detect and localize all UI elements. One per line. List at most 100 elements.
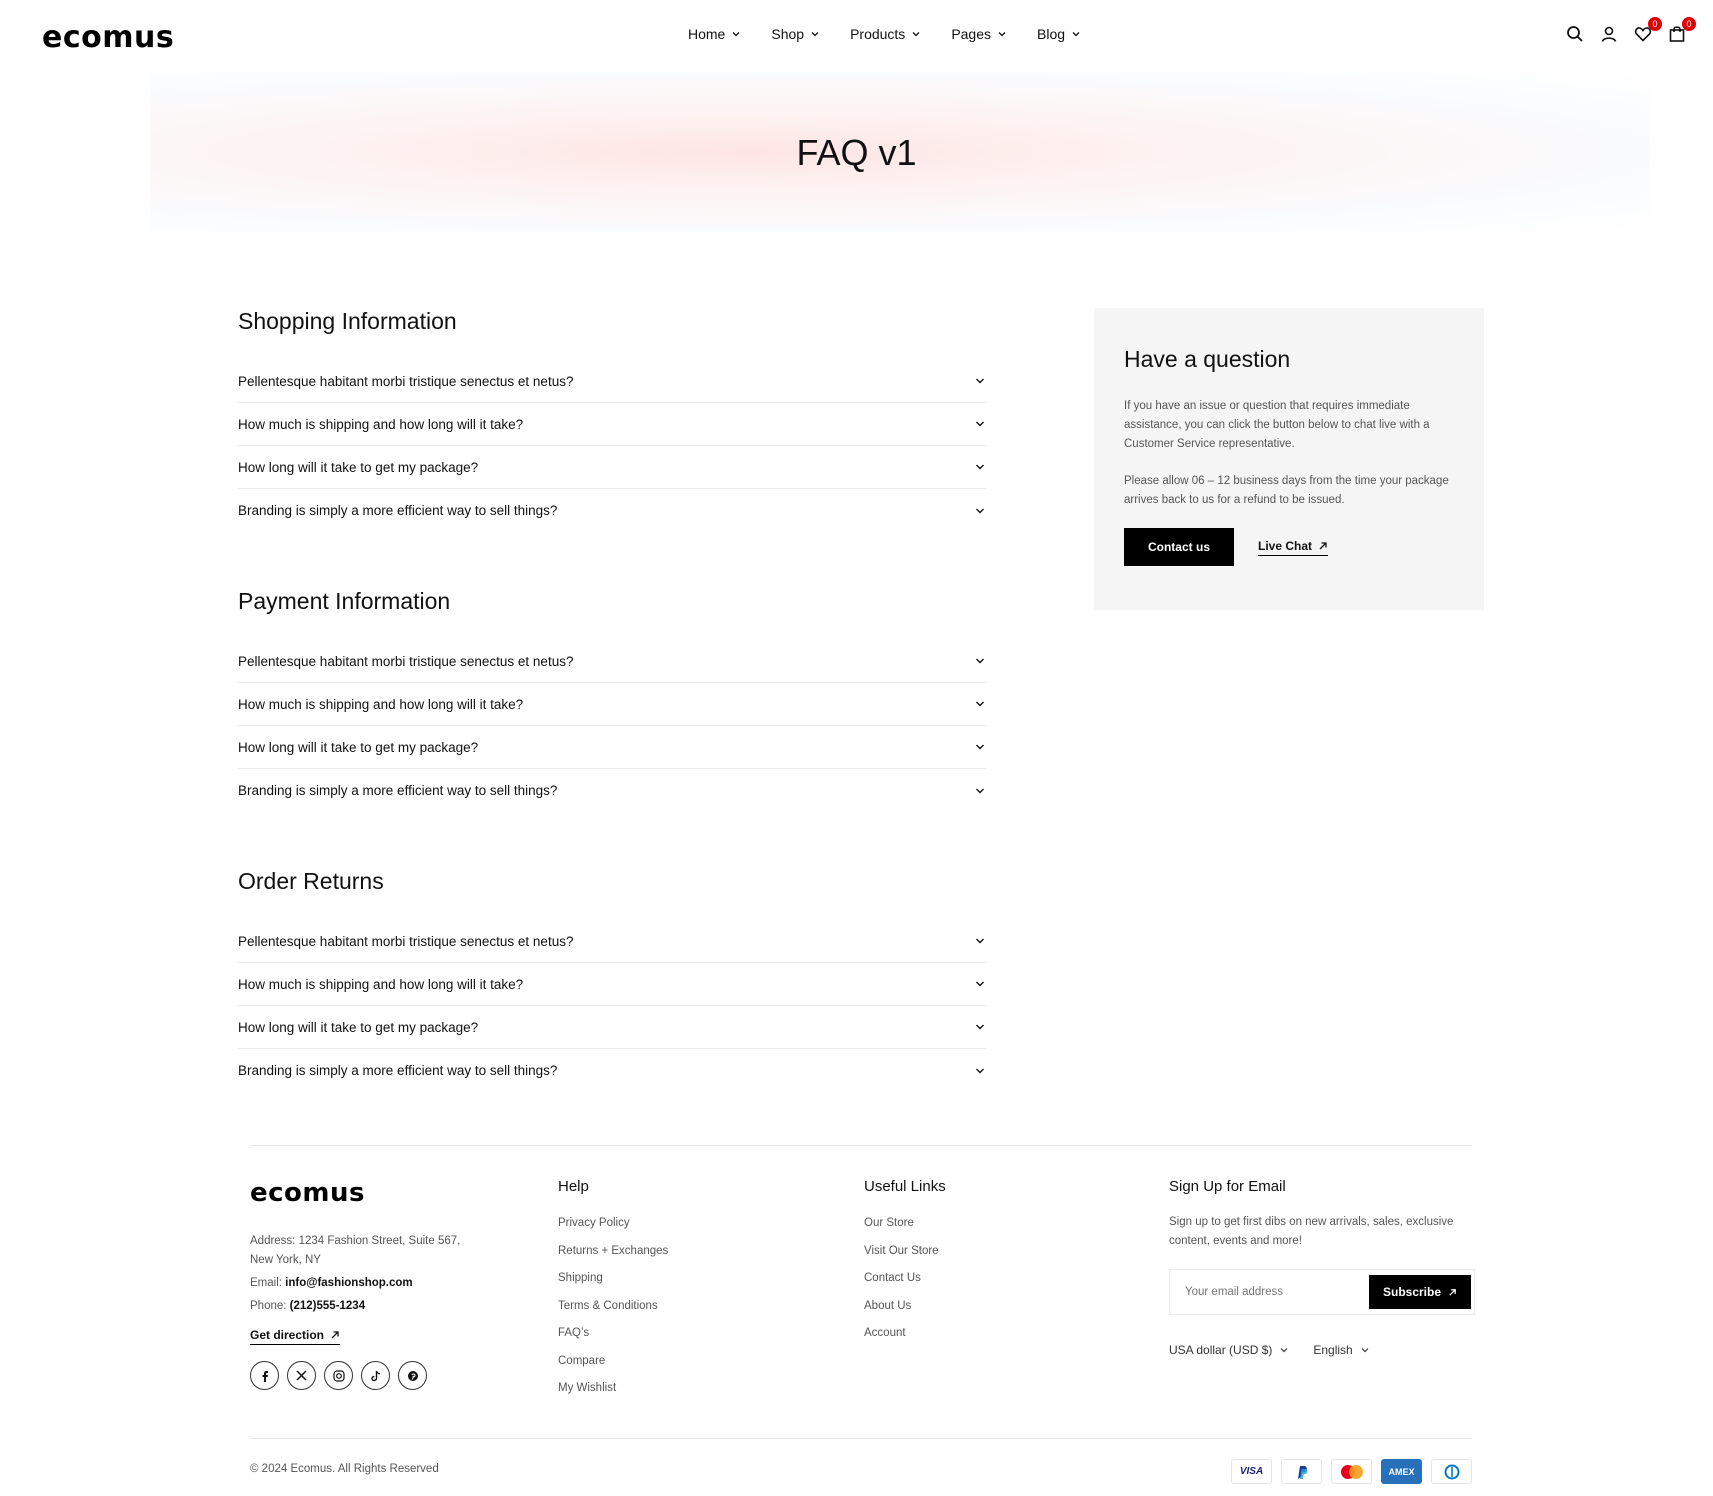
cart-icon[interactable]: 0 [1667,17,1696,44]
faq-question[interactable]: How much is shipping and how long will i… [238,683,986,726]
search-icon[interactable] [1565,24,1585,44]
footer-link[interactable]: About Us [864,1300,1114,1328]
faq-question[interactable]: Pellentesque habitant morbi tristique se… [238,920,986,963]
nav-item-shop[interactable]: Shop [771,26,820,42]
faq-question-text: How long will it take to get my package? [238,1019,479,1035]
chevron-down-icon [976,1068,984,1073]
faq-question-text: Branding is simply a more efficient way … [238,783,558,798]
site-logo[interactable]: ecomus [42,20,174,55]
phone-label: Phone: [250,1300,287,1312]
mastercard-icon [1331,1459,1372,1484]
instagram-icon[interactable] [324,1361,353,1390]
faq-question[interactable]: Branding is simply a more efficient way … [238,769,986,812]
faq-question-text: How much is shipping and how long will i… [238,696,524,712]
footer-email: Email: info@fashionshop.com [250,1274,510,1293]
chevron-down-icon [976,701,984,707]
faq-question[interactable]: Pellentesque habitant morbi tristique se… [238,360,986,403]
newsletter-email-input[interactable] [1173,1286,1369,1298]
chevron-down-icon [976,938,984,944]
footer-link[interactable]: Terms & Conditions [558,1300,808,1328]
footer-link[interactable]: Account [864,1327,1114,1355]
language-select[interactable]: English [1313,1343,1369,1357]
section-title: Payment Information [238,588,451,614]
faq-section-returns: Order Returns Pellentesque habitant morb… [238,860,986,1092]
question-box: Have a question If you have an issue or … [1094,308,1484,610]
chevron-down-icon [976,1024,984,1030]
payment-methods: VISA AMEX [1231,1459,1472,1484]
arrow-up-right-icon [1319,541,1327,549]
locale-selects: USA dollar (USD $) English [1169,1343,1475,1357]
nav-item-products[interactable]: Products [850,26,921,42]
footer-divider [250,1145,1472,1146]
nav-item-pages[interactable]: Pages [951,26,1007,42]
social-links [250,1361,510,1390]
faq-question[interactable]: How much is shipping and how long will i… [238,403,986,446]
footer-link[interactable]: My Wishlist [558,1382,808,1410]
x-twitter-icon[interactable] [287,1361,316,1390]
header-icons: 0 0 [1565,17,1696,44]
nav-item-home[interactable]: Home [688,26,741,42]
live-chat-label: Live Chat [1258,538,1313,553]
footer-link[interactable]: Compare [558,1355,808,1383]
paypal-icon [1281,1459,1322,1484]
live-chat-link[interactable]: Live Chat [1258,538,1329,556]
faq-question-text: How long will it take to get my package? [238,459,479,475]
faq-question[interactable]: How long will it take to get my package? [238,1006,986,1049]
footer-link[interactable]: Our Store [864,1217,1114,1245]
footer-logo[interactable]: ecomus [250,1178,510,1208]
visa-icon: VISA [1231,1459,1272,1484]
section-title: Order Returns [238,868,384,894]
facebook-icon[interactable] [250,1361,279,1390]
footer-link[interactable]: Privacy Policy [558,1217,808,1245]
question-box-refund-text: Please allow 06 – 12 business days from … [1124,475,1449,506]
chevron-down-icon [976,788,984,793]
heart-icon[interactable]: 0 [1633,17,1662,44]
question-box-title: Have a question [1124,346,1291,372]
faq-question[interactable]: How long will it take to get my package? [238,446,986,489]
currency-select[interactable]: USA dollar (USD $) [1169,1343,1289,1357]
footer-bottom-divider [250,1438,1472,1439]
faq-question[interactable]: How much is shipping and how long will i… [238,963,986,1006]
wishlist-count-badge: 0 [1648,17,1662,31]
footer-link[interactable]: Visit Our Store [864,1245,1114,1273]
faq-question-text: How much is shipping and how long will i… [238,416,524,432]
amex-icon: AMEX [1381,1459,1422,1484]
faq-question[interactable]: How long will it take to get my package? [238,726,986,769]
subscribe-button[interactable]: Subscribe [1369,1275,1471,1309]
nav-label: Blog [1037,26,1066,42]
diners-club-icon [1431,1459,1472,1484]
footer-link[interactable]: Shipping [558,1272,808,1300]
contact-us-button[interactable]: Contact us [1124,528,1234,566]
page-title: FAQ v1 [796,132,917,173]
tiktok-icon[interactable] [361,1361,390,1390]
footer-help-column: Help Privacy Policy Returns + Exchanges … [558,1178,808,1410]
nav-item-blog[interactable]: Blog [1037,26,1081,42]
phone-value[interactable]: (212)555-1234 [290,1300,365,1312]
chevron-down-icon [976,421,984,427]
chevron-down-icon [976,508,984,513]
footer-link[interactable]: Contact Us [864,1272,1114,1300]
pinterest-icon[interactable] [398,1361,427,1390]
email-value[interactable]: info@fashionshop.com [285,1277,413,1289]
faq-question-text: Pellentesque habitant morbi tristique se… [238,933,574,949]
user-icon[interactable] [1599,24,1619,44]
faq-question-text: How long will it take to get my package? [238,739,479,755]
question-box-text: If you have an issue or question that re… [1124,400,1430,450]
faq-question-text: Branding is simply a more efficient way … [238,1063,558,1078]
section-title: Shopping Information [238,308,457,334]
faq-question[interactable]: Pellentesque habitant morbi tristique se… [238,640,986,683]
faq-question[interactable]: Branding is simply a more efficient way … [238,489,986,532]
footer-link[interactable]: Returns + Exchanges [558,1245,808,1273]
footer-phone: Phone: (212)555-1234 [250,1297,510,1316]
nav-label: Shop [771,26,805,42]
get-direction-link[interactable]: Get direction [250,1328,341,1345]
faq-question-text: Branding is simply a more efficient way … [238,503,558,518]
subscribe-label: Subscribe [1382,1285,1442,1299]
faq-question[interactable]: Branding is simply a more efficient way … [238,1049,986,1092]
faq-section-shopping: Shopping Information Pellentesque habita… [238,300,986,532]
footer-help-title: Help [558,1178,589,1195]
footer-link[interactable]: FAQ’s [558,1327,808,1355]
address-line-2: New York, NY [250,1254,321,1266]
footer-signup-text: Sign up to get first dibs on new arrival… [1169,1216,1454,1247]
chevron-down-icon [976,464,984,470]
